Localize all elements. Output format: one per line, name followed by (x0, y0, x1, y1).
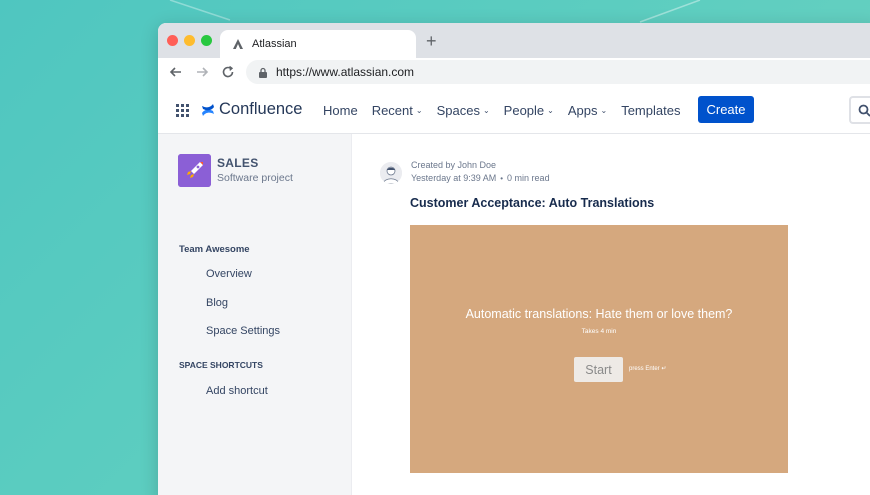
survey-duration: Takes 4 min (581, 328, 617, 335)
page-meta: Yesterday at 9:39 AM • 0 min read (411, 173, 550, 183)
maximize-window-button[interactable] (201, 35, 212, 46)
space-avatar[interactable] (178, 154, 211, 187)
separator-dot: • (500, 173, 504, 183)
page-title: Customer Acceptance: Auto Translations (410, 196, 655, 210)
back-arrow-icon (169, 67, 181, 77)
menu-apps-label: Apps (567, 102, 598, 118)
confluence-logo-icon (202, 103, 214, 116)
search-input[interactable] (849, 96, 870, 124)
author-avatar[interactable] (380, 162, 402, 184)
new-tab-button[interactable]: + (426, 31, 437, 51)
chevron-down-icon: ⌄ (547, 106, 554, 115)
add-shortcut-link[interactable]: Add shortcut (206, 385, 268, 397)
browser-tab[interactable]: Atlassian (220, 30, 416, 58)
menu-templates-label: Templates (621, 102, 681, 118)
menu-people[interactable]: People ⌄ (504, 103, 554, 118)
confluence-logo[interactable]: Confluence (201, 100, 302, 119)
page-content: Created by John Doe Yesterday at 9:39 AM… (353, 134, 870, 495)
app-switcher-icon[interactable] (176, 104, 189, 117)
space-sidebar: SALES Software project Team Awesome Over… (158, 134, 352, 495)
address-bar: https://www.atlassian.com (158, 58, 870, 86)
url-text: https://www.atlassian.com (276, 65, 415, 79)
browser-tabstrip: Atlassian + (158, 23, 870, 58)
press-enter-hint: press Enter ↵ (629, 366, 667, 372)
chevron-down-icon: ⌄ (600, 106, 608, 115)
chevron-down-icon: ⌄ (415, 106, 423, 115)
browser-window: Atlassian + https://www.atlassian.com Co… (158, 23, 870, 495)
search-icon (858, 104, 870, 117)
reload-icon (222, 65, 234, 78)
read-time: 0 min read (507, 173, 550, 183)
sidebar-item-space-settings[interactable]: Space Settings (206, 325, 280, 337)
menu-home[interactable]: Home (323, 103, 358, 118)
chevron-down-icon: ⌄ (482, 106, 490, 115)
survey-question: Automatic translations: Hate them or lov… (465, 307, 733, 321)
space-name[interactable]: SALES (217, 156, 259, 170)
forward-button[interactable] (194, 64, 210, 80)
team-heading: Team Awesome (179, 244, 250, 255)
main-menu: Home Recent ⌄ Spaces ⌄ People ⌄ Apps ⌄ Templ… (323, 86, 680, 134)
confluence-topnav: Confluence Home Recent ⌄ Spaces ⌄ People ⌄ … (158, 86, 870, 134)
menu-home-label: Home (323, 102, 358, 118)
sidebar-item-overview[interactable]: Overview (206, 268, 252, 280)
brand-name: Confluence (219, 100, 303, 118)
menu-recent-label: Recent (371, 102, 413, 118)
space-type: Software project (217, 172, 293, 184)
menu-recent[interactable]: Recent ⌄ (372, 103, 423, 118)
close-window-button[interactable] (167, 35, 178, 46)
menu-apps[interactable]: Apps ⌄ (568, 103, 607, 118)
create-button[interactable]: Create (698, 96, 754, 123)
forward-arrow-icon (197, 67, 209, 77)
user-avatar-icon (380, 162, 402, 184)
menu-templates[interactable]: Templates (621, 103, 680, 118)
created-by: Created by John Doe (411, 160, 497, 170)
menu-people-label: People (503, 102, 545, 118)
timestamp: Yesterday at 9:39 AM (411, 173, 497, 183)
back-button[interactable] (168, 64, 184, 80)
lock-icon (258, 67, 268, 78)
atlassian-favicon-icon (233, 39, 243, 49)
url-field[interactable]: https://www.atlassian.com (246, 60, 870, 84)
tab-title: Atlassian (252, 38, 297, 50)
shortcuts-heading: SPACE SHORTCUTS (179, 360, 263, 370)
minimize-window-button[interactable] (184, 35, 195, 46)
start-button[interactable]: Start (574, 357, 623, 382)
rocket-icon (178, 154, 211, 187)
menu-spaces-label: Spaces (436, 102, 480, 118)
survey-embed: Automatic translations: Hate them or lov… (410, 225, 788, 473)
sidebar-item-blog[interactable]: Blog (206, 297, 228, 309)
menu-spaces[interactable]: Spaces ⌄ (437, 103, 490, 118)
reload-button[interactable] (220, 64, 236, 80)
